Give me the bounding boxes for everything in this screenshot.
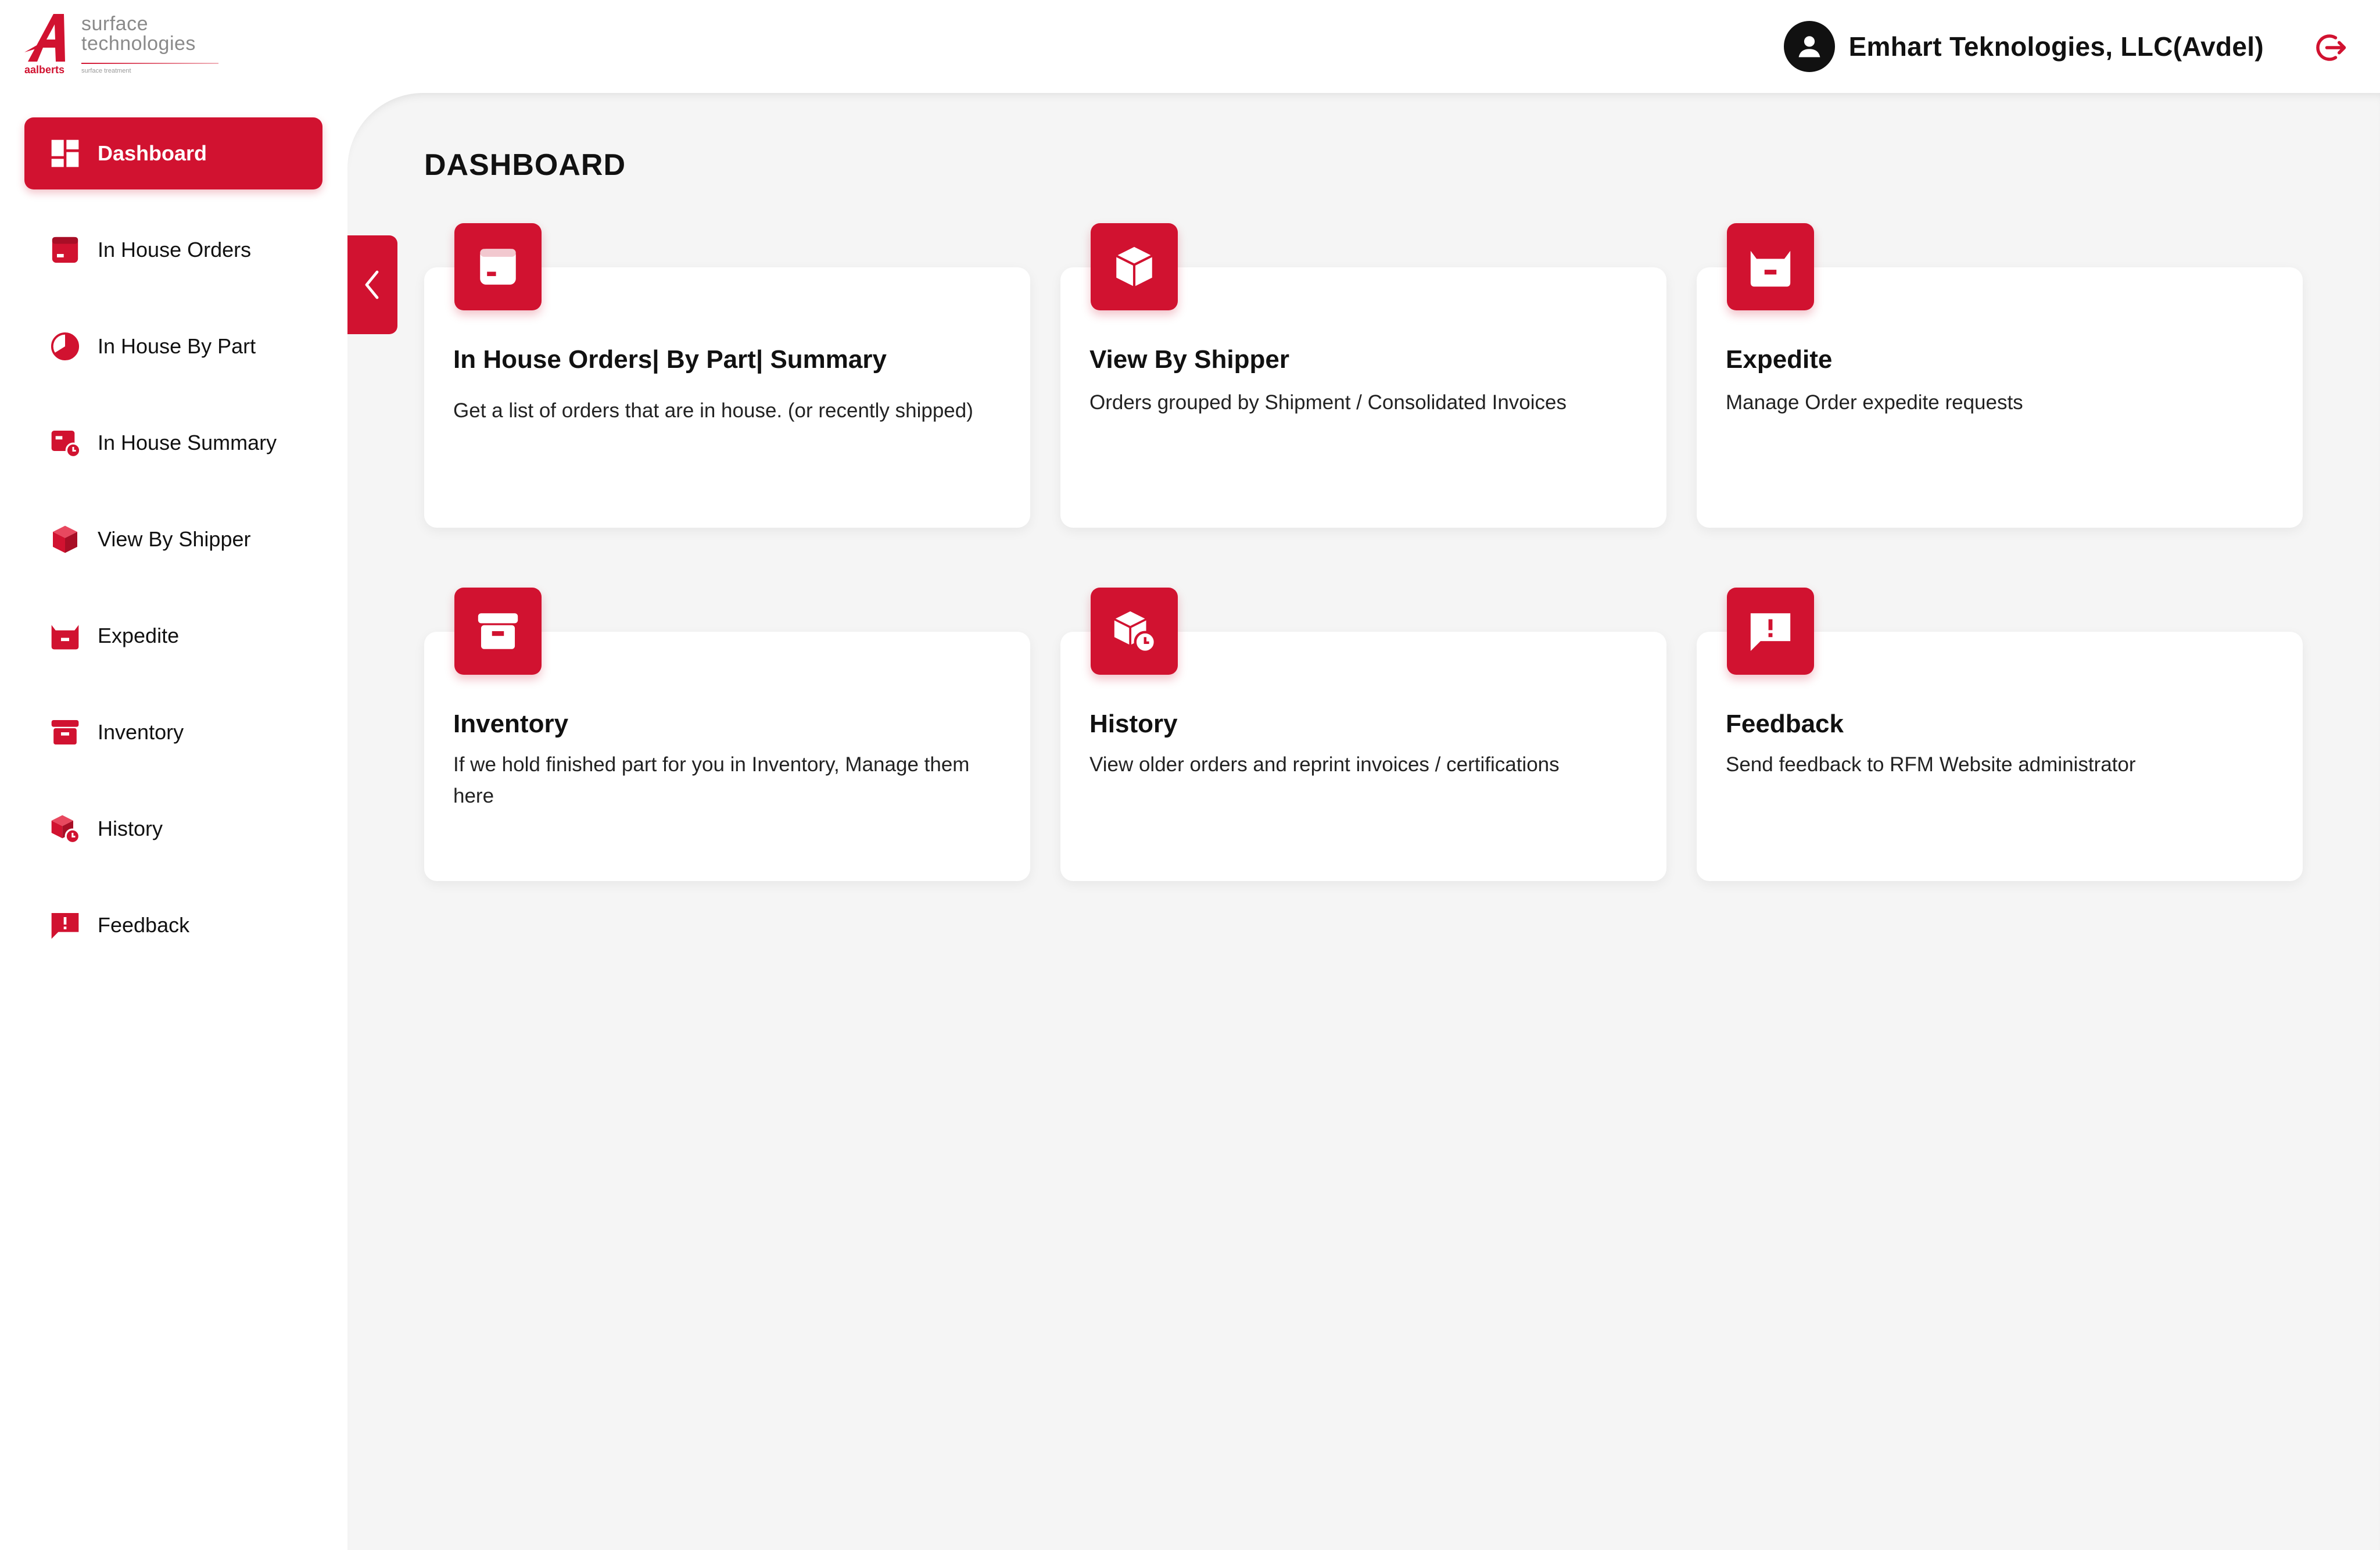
card-description: View older orders and reprint invoices /… bbox=[1089, 753, 1560, 776]
history-icon bbox=[1091, 588, 1178, 675]
card-inventory[interactable]: Inventory If we hold finished part for y… bbox=[424, 588, 1030, 881]
sidebar-item-label: Expedite bbox=[98, 624, 180, 647]
card-description: Send feedback to RFM Website administrat… bbox=[1726, 753, 2136, 776]
card-title: Expedite bbox=[1726, 345, 1833, 374]
aalberts-logo-icon bbox=[24, 14, 65, 62]
header: surface technologies aalberts surface tr… bbox=[0, 0, 2380, 93]
card-history[interactable]: History View older orders and reprint in… bbox=[1060, 588, 1666, 881]
sidebar-item-view-by-shipper[interactable]: View By Shipper bbox=[24, 503, 322, 575]
box-icon bbox=[1091, 223, 1178, 310]
sidebar-item-dashboard[interactable]: Dashboard bbox=[24, 117, 322, 189]
card-expedite[interactable]: Expedite Manage Order expedite requests bbox=[1697, 223, 2303, 528]
logo-brand-text: aalberts bbox=[24, 64, 65, 76]
sidebar-item-label: Dashboard bbox=[98, 141, 207, 165]
sidebar: Dashboard In House Orders In House By Pa… bbox=[0, 93, 347, 1550]
card-description: Orders grouped by Shipment / Consolidate… bbox=[1089, 391, 1567, 414]
sidebar-item-label: In House Orders bbox=[98, 238, 252, 262]
card-feedback[interactable]: Feedback Send feedback to RFM Website ad… bbox=[1697, 588, 2303, 881]
card-description: If we hold finished part for you in Inve… bbox=[453, 753, 970, 807]
logout-button[interactable] bbox=[2313, 29, 2350, 66]
sidebar-item-inventory[interactable]: Inventory bbox=[24, 696, 322, 768]
feedback-icon bbox=[48, 908, 83, 943]
archive-icon bbox=[48, 715, 83, 750]
archive-icon bbox=[454, 588, 542, 675]
summary-icon bbox=[48, 425, 83, 460]
logout-icon bbox=[2316, 34, 2346, 61]
pie-chart-icon bbox=[48, 329, 83, 364]
page-title: DASHBOARD bbox=[424, 148, 626, 182]
sidebar-item-feedback[interactable]: Feedback bbox=[24, 889, 322, 961]
sidebar-item-label: In House By Part bbox=[98, 334, 256, 358]
history-icon bbox=[48, 811, 83, 846]
card-view-by-shipper[interactable]: View By Shipper Orders grouped by Shipme… bbox=[1060, 223, 1666, 528]
logo-text-line2: technologies bbox=[81, 33, 196, 55]
sidebar-item-in-house-by-part[interactable]: In House By Part bbox=[24, 310, 322, 382]
sidebar-item-in-house-orders[interactable]: In House Orders bbox=[24, 214, 322, 286]
user-account[interactable]: Emhart Teknologies, LLC(Avdel) bbox=[1783, 21, 2264, 72]
sidebar-item-label: View By Shipper bbox=[98, 527, 251, 551]
sidebar-item-history[interactable]: History bbox=[24, 793, 322, 865]
user-avatar-icon bbox=[1783, 21, 1835, 72]
card-title: History bbox=[1089, 710, 1178, 738]
sidebar-item-expedite[interactable]: Expedite bbox=[24, 600, 322, 672]
card-description: Get a list of orders that are in house. … bbox=[453, 399, 973, 422]
card-in-house-orders[interactable]: In House Orders| By Part| Summary Get a … bbox=[424, 223, 1030, 528]
basket-icon bbox=[1727, 223, 1814, 310]
basket-icon bbox=[48, 618, 83, 653]
card-description: Manage Order expedite requests bbox=[1726, 391, 2023, 414]
user-name: Emhart Teknologies, LLC(Avdel) bbox=[1848, 31, 2264, 62]
chevron-left-icon bbox=[365, 270, 379, 299]
sidebar-item-label: Inventory bbox=[98, 720, 184, 744]
feedback-icon bbox=[1727, 588, 1814, 675]
card-title: View By Shipper bbox=[1089, 345, 1289, 374]
sidebar-item-label: Feedback bbox=[98, 913, 190, 937]
sidebar-collapse-button[interactable] bbox=[347, 235, 397, 334]
company-logo[interactable]: surface technologies aalberts surface tr… bbox=[23, 12, 218, 81]
dashboard-icon bbox=[48, 136, 83, 171]
sidebar-item-label: In House Summary bbox=[98, 431, 277, 454]
card-title: In House Orders| By Part| Summary bbox=[453, 345, 887, 374]
orders-icon bbox=[48, 232, 83, 267]
card-title: Feedback bbox=[1726, 710, 1844, 738]
sidebar-item-in-house-summary[interactable]: In House Summary bbox=[24, 407, 322, 479]
logo-divider bbox=[81, 63, 218, 64]
card-title: Inventory bbox=[453, 710, 569, 738]
orders-icon bbox=[454, 223, 542, 310]
sidebar-item-label: History bbox=[98, 817, 163, 840]
logo-subtext: surface treatment bbox=[81, 67, 131, 74]
box-icon bbox=[48, 522, 83, 557]
